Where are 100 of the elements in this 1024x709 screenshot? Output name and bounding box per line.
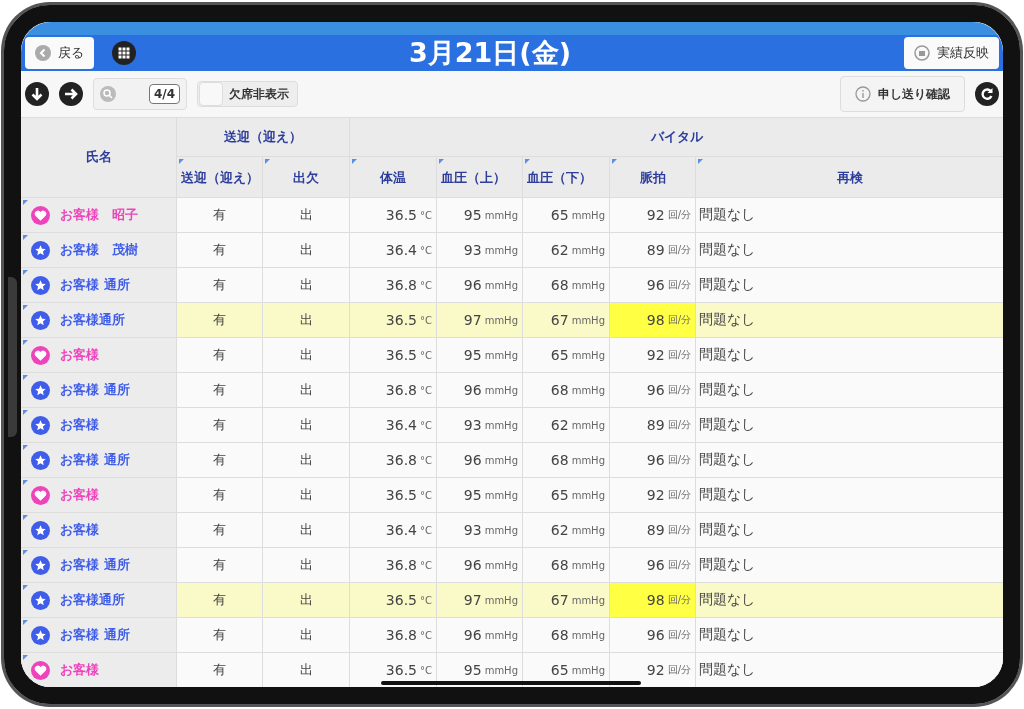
table-cell: 62 mmHg (523, 408, 609, 442)
table-cell: 93 mmHg (437, 513, 522, 547)
table-cell: 問題なし (696, 513, 1003, 547)
table-cell: 有 (177, 513, 262, 547)
name-cell[interactable]: お客様 茂樹 (21, 233, 176, 267)
table-cell: 問題なし (696, 198, 1003, 232)
table-cell: 問題なし (696, 583, 1003, 617)
table-cell: 問題なし (696, 618, 1003, 652)
name-cell[interactable]: お客様 通所 (21, 618, 176, 652)
table-cell: 62 mmHg (523, 513, 609, 547)
table-cell: 89 回/分 (610, 233, 695, 267)
column-header: 氏名 (21, 118, 176, 197)
table-cell: 92 回/分 (610, 653, 695, 687)
table-cell: 有 (177, 198, 262, 232)
table-cell: 92 回/分 (610, 338, 695, 372)
table-cell: 36.8 °C (350, 548, 436, 582)
name-cell[interactable]: お客様 通所 (21, 443, 176, 477)
table-cell: 93 mmHg (437, 408, 522, 442)
table-cell: 36.5 °C (350, 653, 436, 687)
table-cell: 96 回/分 (610, 373, 695, 407)
table-cell: 97 mmHg (437, 303, 522, 337)
table-cell: 有 (177, 443, 262, 477)
table-cell: 36.5 °C (350, 583, 436, 617)
column-header[interactable]: 体温 (380, 169, 406, 185)
table-cell: 36.8 °C (350, 373, 436, 407)
column-header[interactable]: 出欠 (293, 169, 319, 185)
table-cell: 96 回/分 (610, 548, 695, 582)
table-cell: 出 (263, 303, 349, 337)
column-group-header: バイタル (350, 118, 1003, 156)
table-cell: 96 回/分 (610, 443, 695, 477)
table-cell: 89 回/分 (610, 513, 695, 547)
table-cell: 出 (263, 618, 349, 652)
name-cell[interactable]: お客様 昭子 (21, 198, 176, 232)
table-cell: 96 mmHg (437, 548, 522, 582)
column-header[interactable]: 脈拍 (639, 169, 666, 185)
table-cell: 問題なし (696, 548, 1003, 582)
table-cell: 92 回/分 (610, 198, 695, 232)
name-cell[interactable]: お客様通所 (21, 583, 176, 617)
table-cell: 出 (263, 233, 349, 267)
table-cell: 出 (263, 583, 349, 617)
name-cell[interactable]: お客様 (21, 478, 176, 512)
table-cell: 出 (263, 373, 349, 407)
table-cell: 62 mmHg (523, 233, 609, 267)
table-cell: 68 mmHg (523, 443, 609, 477)
table-cell: 出 (263, 408, 349, 442)
column-header[interactable]: 再検 (836, 169, 863, 185)
table-cell: 67 mmHg (523, 303, 609, 337)
name-cell[interactable]: お客様通所 (21, 303, 176, 337)
table-cell: 有 (177, 548, 262, 582)
table-cell: 出 (263, 548, 349, 582)
table-cell: 問題なし (696, 443, 1003, 477)
table-cell: 出 (263, 653, 349, 687)
table-cell: 65 mmHg (523, 338, 609, 372)
table-cell: 有 (177, 618, 262, 652)
table-cell: 有 (177, 478, 262, 512)
table-cell: 36.8 °C (350, 268, 436, 302)
search-field[interactable]: 4/4 (93, 78, 187, 111)
table-cell: 95 mmHg (437, 338, 522, 372)
table-cell: 93 mmHg (437, 233, 522, 267)
table-cell: 出 (263, 268, 349, 302)
table-cell: 36.4 °C (350, 233, 436, 267)
table-cell: 問題なし (696, 268, 1003, 302)
name-cell[interactable]: お客様 通所 (21, 373, 176, 407)
table-cell: 問題なし (696, 373, 1003, 407)
table-cell: 36.4 °C (350, 408, 436, 442)
table-cell: 96 mmHg (437, 268, 522, 302)
table-cell: 問題なし (696, 408, 1003, 442)
table-cell: 有 (177, 408, 262, 442)
table-cell: 95 mmHg (437, 478, 522, 512)
name-cell[interactable]: お客様 (21, 338, 176, 372)
table-cell: 出 (263, 513, 349, 547)
table-cell: 97 mmHg (437, 583, 522, 617)
table-cell: 有 (177, 268, 262, 302)
table-cell: 有 (177, 338, 262, 372)
name-cell[interactable]: お客様 (21, 513, 176, 547)
page-counter: 4/4 (148, 84, 180, 105)
table-cell: 36.8 °C (350, 443, 436, 477)
hide-absent-toggle[interactable]: 欠席非表示 (197, 81, 298, 108)
table-cell: 36.4 °C (350, 513, 436, 547)
table-cell: 36.8 °C (350, 618, 436, 652)
table-cell: 有 (177, 233, 262, 267)
table-cell: 有 (177, 653, 262, 687)
name-cell[interactable]: お客様 通所 (21, 548, 176, 582)
table-cell: 問題なし (696, 338, 1003, 372)
handover-button[interactable]: 申し送り確認 (840, 76, 965, 113)
table-cell: 有 (177, 303, 262, 337)
table-cell: 96 mmHg (437, 373, 522, 407)
name-cell[interactable]: お客様 通所 (21, 268, 176, 302)
name-cell[interactable]: お客様 (21, 653, 176, 687)
back-button[interactable]: 戻る (25, 37, 94, 70)
table-cell: 68 mmHg (523, 373, 609, 407)
name-cell[interactable]: お客様 (21, 408, 176, 442)
table-cell: 36.5 °C (350, 338, 436, 372)
table-cell: 95 mmHg (437, 198, 522, 232)
table-cell: 89 回/分 (610, 408, 695, 442)
table-cell: 96 mmHg (437, 443, 522, 477)
table-cell: 有 (177, 373, 262, 407)
apply-results-button[interactable]: 実績反映 (904, 37, 999, 70)
table-cell: 問題なし (696, 478, 1003, 512)
table-cell: 問題なし (696, 303, 1003, 337)
